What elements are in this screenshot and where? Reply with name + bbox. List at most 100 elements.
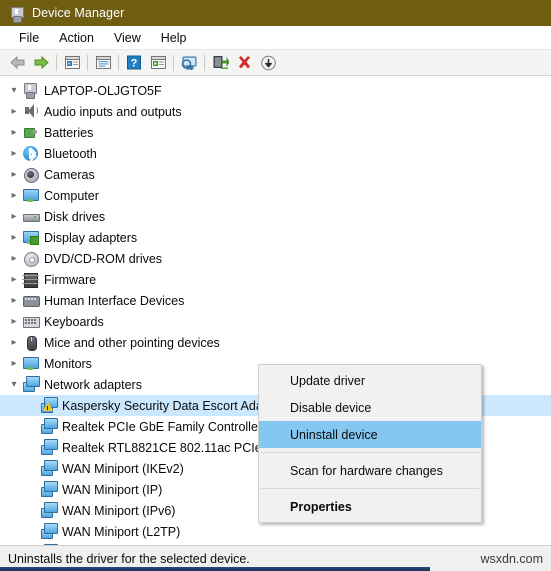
menu-file[interactable]: File xyxy=(10,29,48,47)
tree-category-label: Keyboards xyxy=(44,314,104,329)
toolbar-separator xyxy=(204,54,205,71)
context-menu: Update driver Disable device Uninstall d… xyxy=(258,364,482,523)
back-arrow-icon[interactable] xyxy=(5,52,29,74)
tree-device-label: WAN Miniport (IPv6) xyxy=(62,503,176,518)
tree-category-human-interface-devices[interactable]: ▸ Human Interface Devices xyxy=(0,290,551,311)
tree-category-label: Bluetooth xyxy=(44,146,97,161)
tree-device-label: WAN Miniport (IKEv2) xyxy=(62,461,184,476)
display-adapter-icon xyxy=(22,229,39,246)
network-adapter-warning-icon xyxy=(40,397,58,414)
chevron-right-icon[interactable]: ▸ xyxy=(6,185,22,206)
network-adapter-icon xyxy=(22,376,40,393)
tree-category-disk-drives[interactable]: ▸ Disk drives xyxy=(0,206,551,227)
tree-category-label: Monitors xyxy=(44,356,92,371)
toolbar: ? xyxy=(0,50,551,76)
forward-arrow-icon[interactable] xyxy=(29,52,53,74)
chevron-down-icon[interactable]: ▾ xyxy=(6,80,22,101)
tree-category-firmware[interactable]: ▸ Firmware xyxy=(0,269,551,290)
chevron-right-icon[interactable]: ▸ xyxy=(6,227,22,248)
network-adapter-icon xyxy=(40,439,58,456)
help-icon[interactable]: ? xyxy=(122,52,146,74)
tree-category-keyboards[interactable]: ▸ Keyboards xyxy=(0,311,551,332)
disk-drive-icon xyxy=(22,208,40,225)
chevron-right-icon[interactable]: ▸ xyxy=(6,311,22,332)
tree-category-label: Mice and other pointing devices xyxy=(44,335,220,350)
window-title: Device Manager xyxy=(32,6,125,20)
dvd-drive-icon xyxy=(22,250,39,267)
device-manager-window: Device Manager File Action View Help ? ▾… xyxy=(0,0,551,571)
tree-root-node[interactable]: ▾ LAPTOP-OLJGTO5F xyxy=(0,80,551,101)
tree-category-label: Cameras xyxy=(44,167,95,182)
disable-device-icon[interactable] xyxy=(256,52,280,74)
speaker-icon xyxy=(22,103,39,120)
properties-icon[interactable] xyxy=(91,52,115,74)
chevron-right-icon[interactable]: ▸ xyxy=(6,290,22,311)
toolbar-separator xyxy=(173,54,174,71)
tree-device-label: WAN Miniport (IP) xyxy=(62,482,163,497)
show-hidden-devices-icon[interactable] xyxy=(60,52,84,74)
chevron-right-icon[interactable]: ▸ xyxy=(6,101,22,122)
chevron-right-icon[interactable]: ▸ xyxy=(6,353,22,374)
chevron-right-icon[interactable]: ▸ xyxy=(6,332,22,353)
tree-category-label: Audio inputs and outputs xyxy=(44,104,182,119)
context-menu-item-properties[interactable]: Properties xyxy=(259,493,481,520)
hid-icon xyxy=(22,292,40,309)
uninstall-device-icon[interactable] xyxy=(232,52,256,74)
context-menu-item-update-driver[interactable]: Update driver xyxy=(259,367,481,394)
mouse-icon xyxy=(22,334,39,351)
tree-device-wan-miniport-l2tp[interactable]: ▸ WAN Miniport (L2TP) xyxy=(0,521,551,542)
tree-category-computer[interactable]: ▸ Computer xyxy=(0,185,551,206)
svg-text:?: ? xyxy=(131,58,138,70)
menu-action[interactable]: Action xyxy=(50,29,103,47)
tree-category-label: Computer xyxy=(44,188,99,203)
network-adapter-icon xyxy=(40,502,58,519)
keyboard-icon xyxy=(22,313,40,330)
enable-device-icon[interactable] xyxy=(208,52,232,74)
context-menu-item-disable-device[interactable]: Disable device xyxy=(259,394,481,421)
chevron-right-icon[interactable]: ▸ xyxy=(6,143,22,164)
tree-category-label: Firmware xyxy=(44,272,97,287)
tree-device-label: WAN Miniport (L2TP) xyxy=(62,524,181,539)
context-menu-separator xyxy=(261,488,479,489)
firmware-icon xyxy=(22,271,39,288)
monitor-icon xyxy=(22,355,39,372)
context-menu-item-uninstall-device[interactable]: Uninstall device xyxy=(259,421,481,448)
chevron-right-icon[interactable]: ▸ xyxy=(6,206,22,227)
chevron-right-icon[interactable]: ▸ xyxy=(6,269,22,290)
tree-category-label: Display adapters xyxy=(44,230,138,245)
tree-category-display-adapters[interactable]: ▸ Display adapters xyxy=(0,227,551,248)
tree-root-label: LAPTOP-OLJGTO5F xyxy=(44,83,162,98)
tree-category-bluetooth[interactable]: ▸ Bluetooth xyxy=(0,143,551,164)
monitor-icon xyxy=(22,187,39,204)
chevron-right-icon[interactable]: ▸ xyxy=(6,248,22,269)
status-text: Uninstalls the driver for the selected d… xyxy=(8,551,250,566)
battery-icon xyxy=(22,124,39,141)
network-adapter-icon xyxy=(40,523,58,540)
network-adapter-icon xyxy=(40,460,58,477)
computer-icon xyxy=(22,82,39,99)
toolbar-separator xyxy=(118,54,119,71)
device-manager-icon xyxy=(9,6,24,23)
network-adapter-icon xyxy=(40,481,58,498)
context-menu-item-scan-for-hardware-changes[interactable]: Scan for hardware changes xyxy=(259,457,481,484)
watermark: wsxdn.com xyxy=(480,551,543,566)
tree-category-cameras[interactable]: ▸ Cameras xyxy=(0,164,551,185)
scan-hardware-icon[interactable] xyxy=(177,52,201,74)
tree-category-dvd-cd-rom-drives[interactable]: ▸ DVD/CD-ROM drives xyxy=(0,248,551,269)
menu-view[interactable]: View xyxy=(105,29,150,47)
chevron-down-icon[interactable]: ▾ xyxy=(6,374,22,395)
toolbar-separator xyxy=(56,54,57,71)
tree-category-batteries[interactable]: ▸ Batteries xyxy=(0,122,551,143)
chevron-right-icon[interactable]: ▸ xyxy=(6,164,22,185)
title-bar: Device Manager xyxy=(0,0,551,26)
network-adapter-icon xyxy=(40,418,58,435)
tree-category-audio-inputs-and-outputs[interactable]: ▸ Audio inputs and outputs xyxy=(0,101,551,122)
tree-category-label: DVD/CD-ROM drives xyxy=(44,251,163,266)
chevron-right-icon[interactable]: ▸ xyxy=(6,122,22,143)
tree-category-label: Human Interface Devices xyxy=(44,293,185,308)
menu-help[interactable]: Help xyxy=(152,29,196,47)
tree-category-label: Disk drives xyxy=(44,209,106,224)
update-driver-icon[interactable] xyxy=(146,52,170,74)
menu-bar: File Action View Help xyxy=(0,26,551,50)
tree-category-mice-and-other-pointing-devices[interactable]: ▸ Mice and other pointing devices xyxy=(0,332,551,353)
